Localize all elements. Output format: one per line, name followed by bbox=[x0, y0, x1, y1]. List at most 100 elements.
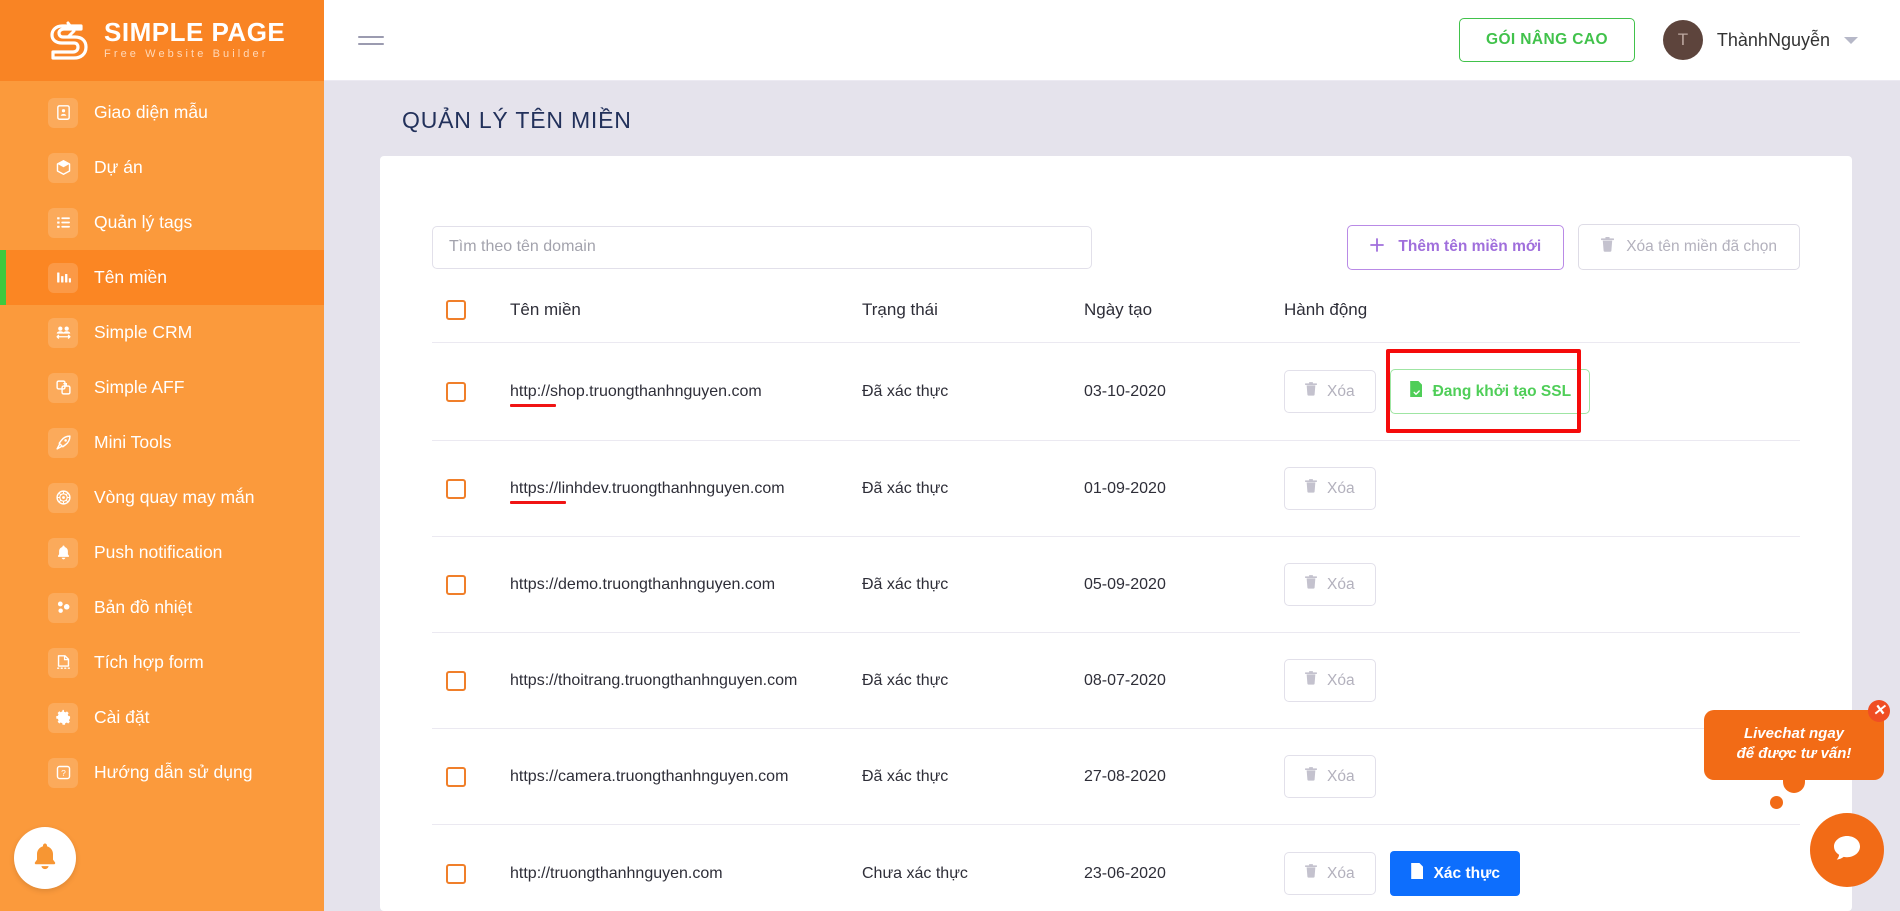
sidebar-item-0[interactable]: Giao diện mẫu bbox=[0, 85, 324, 140]
row-select-cell bbox=[432, 632, 510, 729]
row-checkbox[interactable] bbox=[446, 574, 466, 595]
domain-cell: http://truongthanhnguyen.com bbox=[510, 824, 862, 911]
delete-row-button[interactable]: Xóa bbox=[1284, 563, 1376, 606]
date-cell: 08-07-2020 bbox=[1084, 632, 1284, 729]
toolbar: Thêm tên miền mới Xóa tên miền đã chọn bbox=[432, 156, 1800, 270]
delete-row-button[interactable]: Xóa bbox=[1284, 755, 1376, 798]
row-actions: Xóa bbox=[1284, 659, 1800, 702]
row-checkbox[interactable] bbox=[446, 478, 466, 499]
main-area: GÓI NÂNG CAO T ThànhNguyễn QUẢN LÝ TÊN M… bbox=[324, 0, 1900, 911]
ssl-status-button[interactable]: Đang khởi tạo SSL bbox=[1389, 369, 1591, 414]
notification-fab[interactable] bbox=[14, 827, 76, 889]
sidebar-item-1[interactable]: Dự án bbox=[0, 140, 324, 195]
domain-link[interactable]: http://shop.truongthanhnguyen.com bbox=[510, 382, 762, 407]
delete-row-label: Xóa bbox=[1327, 575, 1355, 593]
delete-row-button[interactable]: Xóa bbox=[1284, 659, 1376, 702]
date-cell: 05-09-2020 bbox=[1084, 536, 1284, 633]
sidebar-item-label: Hướng dẫn sử dụng bbox=[94, 762, 253, 782]
verify-label: Xác thực bbox=[1433, 864, 1500, 882]
topbar: GÓI NÂNG CAO T ThànhNguyễn bbox=[324, 0, 1900, 81]
sidebar-item-8[interactable]: Push notification bbox=[0, 525, 324, 580]
date-cell: 23-06-2020 bbox=[1084, 824, 1284, 911]
sidebar-item-label: Quản lý tags bbox=[94, 212, 193, 232]
delete-row-button[interactable]: Xóa bbox=[1284, 467, 1376, 510]
status-cell: Đã xác thực bbox=[862, 632, 1084, 729]
row-checkbox[interactable] bbox=[446, 766, 466, 787]
domain-link[interactable]: https://thoitrang.truongthanhnguyen.com bbox=[510, 672, 797, 690]
form-icon bbox=[48, 647, 78, 678]
ssl-status-label: Đang khởi tạo SSL bbox=[1432, 382, 1572, 400]
page-title: QUẢN LÝ TÊN MIỀN bbox=[402, 107, 632, 133]
hamburger-icon[interactable] bbox=[358, 35, 384, 45]
status-cell: Đã xác thực bbox=[862, 536, 1084, 633]
domain-label: https://thoitrang.truongthanhnguyen.com bbox=[510, 671, 798, 689]
date-cell: 01-09-2020 bbox=[1084, 440, 1284, 537]
heatmap-icon bbox=[48, 592, 78, 623]
sidebar-item-label: Giao diện mẫu bbox=[94, 102, 208, 122]
app-root: SIMPLE PAGE Free Website Builder Giao di… bbox=[0, 0, 1900, 911]
col-header-status: Trạng thái bbox=[862, 300, 1084, 343]
sidebar-item-label: Mini Tools bbox=[94, 432, 172, 452]
table-row: http://truongthanhnguyen.com Chưa xác thự… bbox=[432, 824, 1800, 911]
trash-icon bbox=[1305, 671, 1317, 690]
delete-row-button[interactable]: Xóa bbox=[1284, 370, 1376, 413]
sidebar-item-6[interactable]: Mini Tools bbox=[0, 415, 324, 470]
domain-cell: https://thoitrang.truongthanhnguyen.com bbox=[510, 632, 862, 729]
sidebar-item-10[interactable]: Tích hợp form bbox=[0, 635, 324, 690]
row-checkbox[interactable] bbox=[446, 863, 466, 884]
add-domain-button[interactable]: Thêm tên miền mới bbox=[1347, 224, 1565, 270]
username-label[interactable]: ThànhNguyễn bbox=[1717, 30, 1830, 51]
sidebar-item-9[interactable]: Bản đồ nhiệt bbox=[0, 580, 324, 635]
status-cell: Chưa xác thực bbox=[862, 824, 1084, 911]
verify-button[interactable]: Xác thực bbox=[1389, 851, 1520, 896]
sidebar-item-label: Tên miền bbox=[94, 267, 167, 287]
domain-link[interactable]: http://truongthanhnguyen.com bbox=[510, 865, 723, 883]
livechat-tail-small bbox=[1770, 796, 1783, 809]
close-icon[interactable]: ✕ bbox=[1868, 699, 1890, 722]
sidebar-item-7[interactable]: Vòng quay may mắn bbox=[0, 470, 324, 525]
plus-icon bbox=[1370, 237, 1385, 257]
sidebar: SIMPLE PAGE Free Website Builder Giao di… bbox=[0, 0, 324, 911]
brand-title: SIMPLE PAGE bbox=[104, 16, 286, 47]
select-all-checkbox[interactable] bbox=[446, 300, 466, 320]
delete-selected-button[interactable]: Xóa tên miền đã chọn bbox=[1578, 224, 1800, 270]
livechat-fab[interactable] bbox=[1810, 813, 1884, 887]
red-underline-mark bbox=[510, 500, 566, 504]
trash-icon bbox=[1305, 864, 1317, 883]
list-icon bbox=[48, 207, 78, 238]
upgrade-plan-button[interactable]: GÓI NÂNG CAO bbox=[1458, 18, 1635, 62]
sidebar-item-label: Tích hợp form bbox=[94, 652, 204, 672]
sidebar-item-12[interactable]: ? Hướng dẫn sử dụng bbox=[0, 745, 324, 800]
domain-cell: https://linhdev.truongthanhnguyen.com bbox=[510, 440, 862, 537]
delete-row-button[interactable]: Xóa bbox=[1284, 852, 1376, 895]
livechat-widget: ✕ Livechat ngay để được tư vấn! bbox=[1704, 699, 1890, 887]
actions-cell: Xóa bbox=[1284, 440, 1800, 537]
sidebar-item-5[interactable]: Simple AFF bbox=[0, 360, 324, 415]
domains-table: Tên miền Trạng thái Ngày tạo Hành động h… bbox=[432, 300, 1800, 911]
sidebar-item-11[interactable]: Cài đặt bbox=[0, 690, 324, 745]
domain-link[interactable]: https://demo.truongthanhnguyen.com bbox=[510, 576, 775, 594]
sidebar-item-4[interactable]: Simple CRM bbox=[0, 305, 324, 360]
brand-logo-block[interactable]: SIMPLE PAGE Free Website Builder bbox=[0, 0, 324, 81]
domain-cell: https://demo.truongthanhnguyen.com bbox=[510, 536, 862, 633]
livechat-bubble[interactable]: ✕ Livechat ngay để được tư vấn! bbox=[1704, 699, 1890, 780]
domain-link[interactable]: https://camera.truongthanhnguyen.com bbox=[510, 768, 788, 786]
select-all-header bbox=[432, 300, 510, 343]
trash-icon bbox=[1305, 767, 1317, 786]
row-checkbox[interactable] bbox=[446, 381, 466, 402]
table-row: http://shop.truongthanhnguyen.com Đã xác … bbox=[432, 342, 1800, 441]
search-input[interactable] bbox=[432, 225, 1092, 269]
domain-label: http://shop.truongthanhnguyen.com bbox=[510, 382, 762, 400]
avatar[interactable]: T bbox=[1662, 20, 1703, 60]
domain-link[interactable]: https://linhdev.truongthanhnguyen.com bbox=[510, 480, 785, 504]
row-checkbox[interactable] bbox=[446, 670, 466, 691]
add-domain-label: Thêm tên miền mới bbox=[1398, 238, 1542, 255]
sidebar-item-2[interactable]: Quản lý tags bbox=[0, 195, 324, 250]
red-underline-mark bbox=[510, 403, 556, 407]
delete-row-label: Xóa bbox=[1327, 479, 1355, 497]
sidebar-item-label: Bản đồ nhiệt bbox=[94, 597, 193, 617]
sidebar-item-3[interactable]: Tên miền bbox=[0, 250, 324, 305]
users-icon bbox=[48, 317, 78, 348]
date-cell: 27-08-2020 bbox=[1084, 728, 1284, 825]
chevron-down-icon[interactable] bbox=[1844, 36, 1858, 44]
